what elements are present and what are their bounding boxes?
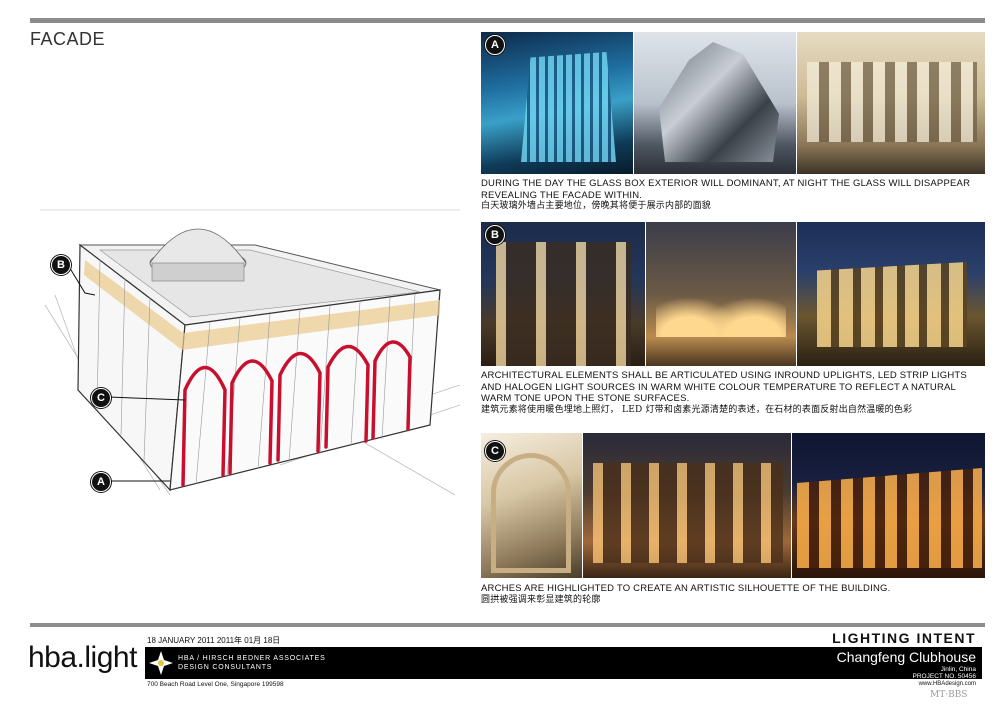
caption-b-english: ARCHITECTURAL ELEMENTS SHALL BE ARTICULA…: [481, 370, 967, 404]
building-axonometric-drawing: [40, 209, 461, 496]
top-rule: [30, 18, 985, 23]
caption-a-chinese: 白天玻璃外墙占主要地位，傍晚其将便于展示内部的面貌: [481, 201, 712, 211]
project-number: PROJECT NO. 50456: [912, 673, 976, 680]
caption-b: ARCHITECTURAL ELEMENTS SHALL BE ARTICULA…: [481, 370, 981, 416]
caption-c-english: ARCHES ARE HIGHLIGHTED TO CREATE AN ARTI…: [481, 583, 891, 594]
footer-address: 700 Beach Road Level One, Singapore 1995…: [147, 681, 284, 688]
marker-a-photos: A: [485, 35, 505, 55]
marker-c-diagram: C: [91, 388, 111, 408]
photo-colosseum-night: [792, 433, 985, 578]
marker-a-diagram: A: [91, 472, 111, 492]
caption-c-chinese: 圆拱被强调来彰显建筑的轮廓: [481, 594, 601, 605]
watermark: MT·BBS: [930, 690, 968, 700]
marker-b-diagram: B: [51, 255, 71, 275]
photo-lit-arcade: [646, 222, 796, 366]
sheet-heading: LIGHTING INTENT: [832, 630, 976, 646]
company-subtitle: DESIGN CONSULTANTS: [178, 664, 273, 671]
photo-lit-pavilion: [797, 222, 985, 366]
marker-c-photos: C: [485, 441, 505, 461]
caption-a: DURING THE DAY THE GLASS BOX EXTERIOR WI…: [481, 178, 981, 213]
photo-glass-box-night: [634, 32, 796, 174]
company-name: HBA / HIRSCH BEDNER ASSOCIATES: [178, 655, 326, 662]
photo-arched-courtyard: [583, 433, 791, 578]
bottom-rule: [30, 623, 985, 627]
photo-glass-box-day: [481, 32, 633, 174]
caption-c: ARCHES ARE HIGHLIGHTED TO CREATE AN ARTI…: [481, 583, 981, 606]
photo-classical-interior: [797, 32, 985, 174]
caption-a-english: DURING THE DAY THE GLASS BOX EXTERIOR WI…: [481, 178, 971, 201]
page-title: FACADE: [30, 29, 106, 49]
project-name: Changfeng Clubhouse: [836, 649, 976, 665]
website: www.HBAdesign.com: [918, 681, 976, 687]
caption-b-chinese: 建筑元素将使用暖色埋地上照灯， LED 灯带和卤素光源清楚的表述，在石材的表面反…: [481, 404, 913, 415]
project-location: Jinlin, China: [940, 666, 976, 673]
logo-text: hba.light: [28, 641, 137, 674]
photo-uplit-columns: [481, 222, 645, 366]
facade-diagram: [40, 205, 461, 505]
marker-b-photos: B: [485, 225, 505, 245]
hba-logo-icon: [148, 650, 174, 676]
footer-date: 18 JANUARY 2011 2011年 01月 18日: [147, 636, 281, 645]
